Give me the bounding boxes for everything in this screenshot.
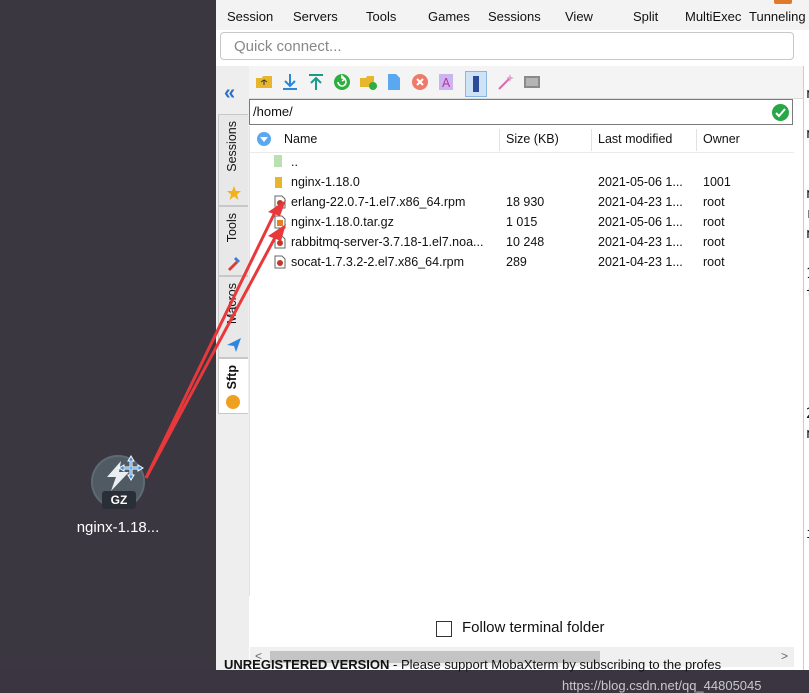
menu-games[interactable]: Games — [428, 9, 470, 24]
current-path[interactable]: /home/ — [253, 104, 293, 119]
delete-icon[interactable] — [411, 73, 429, 91]
rpm-file-icon — [274, 195, 286, 209]
column-divider — [591, 129, 592, 151]
terminal-toggle-button[interactable] — [465, 71, 487, 97]
tab-sftp[interactable]: Sftp — [218, 358, 248, 414]
tab-tools-label: Tools — [225, 213, 239, 243]
tunneling-icon — [774, 0, 792, 4]
file-modified: 2021-04-23 1... — [598, 195, 683, 209]
star-icon — [227, 186, 241, 200]
menu-sessions[interactable]: Sessions — [488, 9, 541, 24]
quick-connect-input[interactable]: Quick connect... — [220, 32, 794, 60]
rpm-file-icon — [274, 255, 286, 269]
file-name: erlang-22.0.7-1.el7.x86_64.rpm — [291, 195, 466, 209]
filter-icon[interactable] — [256, 131, 272, 147]
tools-icon — [228, 257, 240, 271]
collapse-sidebar-icon[interactable]: « — [224, 82, 235, 105]
file-size: 18 930 — [506, 195, 545, 209]
tab-sessions[interactable]: Sessions — [218, 114, 248, 206]
file-owner: root — [703, 195, 725, 209]
move-badge-icon — [118, 455, 144, 481]
new-folder-icon[interactable] — [359, 73, 377, 91]
sftp-toolbar: A — [249, 66, 809, 99]
path-bar[interactable]: /home/ — [249, 99, 793, 125]
file-modified: 2021-04-23 1... — [598, 235, 683, 249]
path-ok-icon[interactable] — [772, 104, 789, 121]
sftp-globe-icon — [226, 395, 240, 409]
file-row-rpm[interactable]: socat-1.7.3.2-2.el7.x86_64.rpm 289 2021-… — [250, 252, 794, 272]
file-owner: 1001 — [703, 175, 731, 189]
tab-sftp-label: Sftp — [225, 365, 239, 390]
column-divider — [499, 129, 500, 151]
rename-icon[interactable]: A — [437, 73, 455, 91]
file-size: 10 248 — [506, 235, 545, 249]
tab-tools[interactable]: Tools — [218, 206, 248, 276]
column-modified[interactable]: Last modified — [598, 132, 672, 146]
menu-session[interactable]: Session — [227, 9, 273, 24]
file-modified: 2021-05-06 1... — [598, 175, 683, 189]
file-name: nginx-1.18.0 — [291, 175, 360, 189]
svg-text:A: A — [442, 76, 451, 90]
file-name: socat-1.7.3.2-2.el7.x86_64.rpm — [291, 255, 465, 269]
desktop: GZ nginx-1.18... — [0, 0, 216, 670]
terminal-pane[interactable]: [ n [ n [ [ n r n [ 1 t 2 n i [ [ — [803, 66, 809, 670]
upload-icon[interactable] — [307, 73, 325, 91]
file-owner: root — [703, 235, 725, 249]
column-owner[interactable]: Owner — [703, 132, 740, 146]
file-list-header: Name Size (KB) Last modified Owner — [250, 126, 794, 153]
desktop-file-label: nginx-1.18... — [76, 519, 160, 536]
follow-checkbox[interactable] — [436, 621, 452, 637]
file-owner: root — [703, 255, 725, 269]
follow-label: Follow terminal folder — [462, 619, 605, 636]
file-name: rabbitmq-server-3.7.18-1.el7.noa... — [291, 235, 484, 249]
file-size: 1 015 — [506, 215, 538, 229]
menu-tools[interactable]: Tools — [366, 9, 396, 24]
terminal-icon — [473, 76, 479, 92]
menu-split[interactable]: Split — [633, 9, 658, 24]
file-row-gz[interactable]: nginx-1.18.0.tar.gz 1 015 2021-05-06 1..… — [250, 212, 794, 232]
new-file-icon[interactable] — [385, 73, 403, 91]
file-modified: 2021-05-06 1... — [598, 215, 683, 229]
tab-macros-label: Macros — [225, 283, 239, 324]
menu-view[interactable]: View — [565, 9, 593, 24]
gz-badge: GZ — [102, 491, 136, 509]
menu-servers[interactable]: Servers — [293, 9, 338, 24]
sftp-panel: A /home/ Name Size (KB) Last modified Ow… — [249, 66, 809, 693]
folder-icon — [275, 177, 282, 188]
file-row-rpm[interactable]: rabbitmq-server-3.7.18-1.el7.noa... 10 2… — [250, 232, 794, 252]
file-row-rpm[interactable]: erlang-22.0.7-1.el7.x86_64.rpm 18 930 20… — [250, 192, 794, 212]
desktop-file-icon[interactable]: GZ nginx-1.18... — [70, 455, 166, 536]
menu-tunneling[interactable]: Tunneling — [749, 9, 806, 24]
file-size: 289 — [506, 255, 527, 269]
menu-multiexec[interactable]: MultiExec — [685, 9, 741, 24]
scroll-right-icon[interactable]: > — [781, 649, 788, 663]
file-owner: root — [703, 215, 725, 229]
tab-sessions-label: Sessions — [225, 121, 239, 172]
column-divider — [696, 129, 697, 151]
file-name: nginx-1.18.0.tar.gz — [291, 215, 394, 229]
parent-dir-icon — [274, 155, 282, 167]
file-list: Name Size (KB) Last modified Owner .. ng… — [249, 126, 794, 667]
magic-wand-icon[interactable] — [497, 73, 515, 91]
file-modified: 2021-04-23 1... — [598, 255, 683, 269]
file-row-folder[interactable]: nginx-1.18.0 2021-05-06 1... 1001 — [250, 172, 794, 192]
column-name[interactable]: Name — [284, 132, 317, 146]
file-row-parent[interactable]: .. — [250, 152, 794, 172]
gz-file-icon — [274, 215, 286, 229]
column-size[interactable]: Size (KB) — [506, 132, 559, 146]
menu-bar: Session Servers Tools Games Sessions Vie… — [216, 0, 809, 30]
side-tab-strip: « Sessions Tools Macros Sftp — [216, 66, 250, 670]
rpm-file-icon — [274, 235, 286, 249]
send-icon — [227, 338, 241, 352]
file-name: .. — [291, 155, 298, 169]
download-icon[interactable] — [281, 73, 299, 91]
console-icon[interactable] — [523, 73, 541, 91]
tab-macros[interactable]: Macros — [218, 276, 248, 358]
refresh-icon[interactable] — [333, 73, 351, 91]
parent-folder-icon[interactable] — [255, 73, 273, 91]
watermark: https://blog.csdn.net/qq_44805045 — [562, 678, 762, 693]
mobaxterm-window: Session Servers Tools Games Sessions Vie… — [216, 0, 809, 693]
